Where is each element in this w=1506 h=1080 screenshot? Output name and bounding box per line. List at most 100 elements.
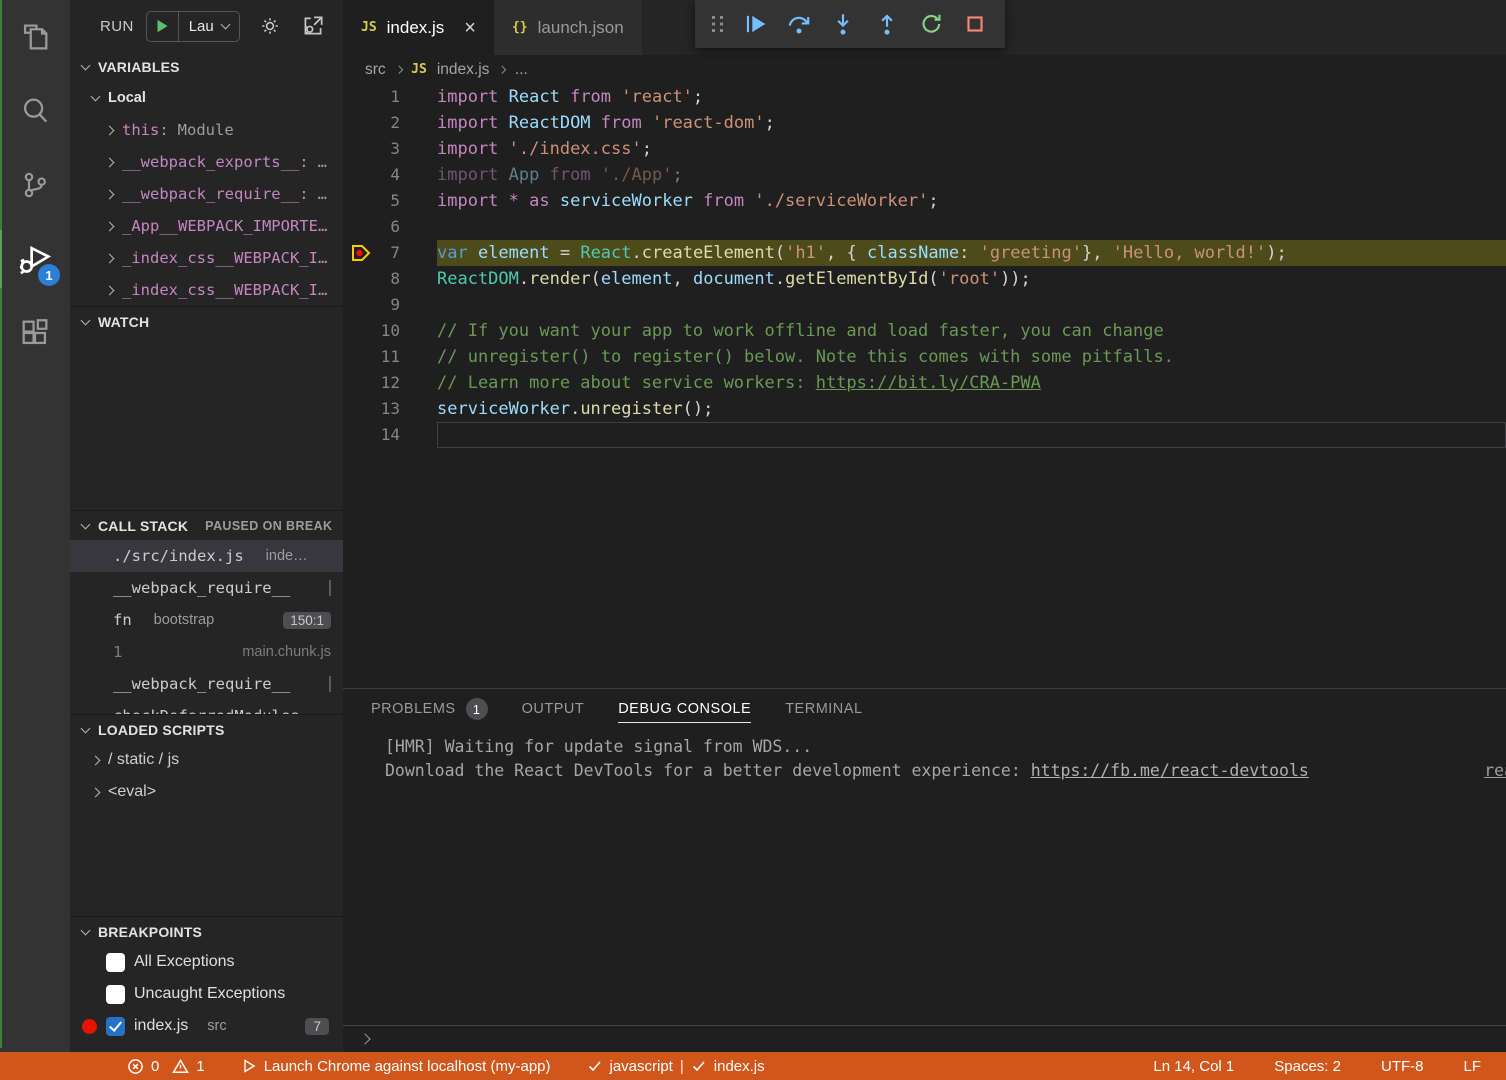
cursor-position-status[interactable]: Ln 14, Col 1 xyxy=(1148,1058,1239,1075)
call-stack-frame[interactable]: 1main.chunk.js xyxy=(70,636,343,668)
step-into-button[interactable] xyxy=(821,4,865,44)
line-gutter[interactable]: 4 xyxy=(343,162,437,188)
variable-item[interactable]: _App__WEBPACK_IMPORTE… xyxy=(70,210,343,242)
console-link[interactable]: https://fb.me/react-devtools xyxy=(1031,761,1309,780)
variable-item[interactable]: __webpack_exports__: … xyxy=(70,146,343,178)
line-text[interactable]: var element = React.createElement('h1', … xyxy=(437,240,1506,266)
code-line[interactable]: 10// If you want your app to work offlin… xyxy=(343,318,1506,344)
open-debug-console-icon[interactable] xyxy=(300,13,326,39)
call-stack-frame[interactable]: __webpack_require__ xyxy=(70,668,343,700)
search-icon[interactable] xyxy=(0,74,70,148)
gear-icon[interactable] xyxy=(258,14,282,38)
start-debugging-button[interactable] xyxy=(147,12,179,41)
indentation-status[interactable]: Spaces: 2 xyxy=(1269,1058,1346,1075)
code-line[interactable]: 12// Learn more about service workers: h… xyxy=(343,370,1506,396)
stop-button[interactable] xyxy=(953,4,997,44)
tab-index-js[interactable]: JS index.js × xyxy=(343,0,494,55)
line-text[interactable] xyxy=(437,214,1506,240)
line-text[interactable]: import * as serviceWorker from './servic… xyxy=(437,188,1506,214)
loaded-scripts-section-header[interactable]: LOADED SCRIPTS xyxy=(70,714,343,744)
breakpoint-checkbox[interactable] xyxy=(106,953,125,972)
step-out-button[interactable] xyxy=(865,4,909,44)
code-line[interactable]: 14 xyxy=(343,422,1506,448)
code-line[interactable]: 6 xyxy=(343,214,1506,240)
breakpoint-item[interactable]: All Exceptions xyxy=(70,946,343,978)
line-gutter[interactable]: 12 xyxy=(343,370,437,396)
line-gutter[interactable]: 14 xyxy=(343,422,437,448)
breadcrumb-file[interactable]: index.js xyxy=(437,61,490,79)
breakpoint-checkbox[interactable] xyxy=(106,1017,125,1036)
breakpoint-item[interactable]: Uncaught Exceptions xyxy=(70,978,343,1010)
breakpoints-section-header[interactable]: BREAKPOINTS xyxy=(70,916,343,946)
line-text[interactable]: // If you want your app to work offline … xyxy=(437,318,1506,344)
line-gutter[interactable]: 9 xyxy=(343,292,437,318)
code-line[interactable]: 9 xyxy=(343,292,1506,318)
encoding-status[interactable]: UTF-8 xyxy=(1376,1058,1429,1075)
panel-tab-problems[interactable]: PROBLEMS 1 xyxy=(371,689,488,729)
debug-console-input[interactable] xyxy=(343,1025,1506,1052)
run-and-debug-icon[interactable]: 1 xyxy=(0,222,70,296)
code-editor[interactable]: 1import React from 'react';2import React… xyxy=(343,84,1506,688)
code-line[interactable]: 5import * as serviceWorker from './servi… xyxy=(343,188,1506,214)
variable-item[interactable]: _index_css__WEBPACK_I… xyxy=(70,274,343,306)
source-control-icon[interactable] xyxy=(0,148,70,222)
call-stack-frame[interactable]: ./src/index.jsinde… xyxy=(70,540,343,572)
code-line[interactable]: 7var element = React.createElement('h1',… xyxy=(343,240,1506,266)
code-line[interactable]: 8ReactDOM.render(element, document.getEl… xyxy=(343,266,1506,292)
line-gutter[interactable]: 7 xyxy=(343,240,437,266)
extensions-icon[interactable] xyxy=(0,296,70,370)
loaded-script-item[interactable]: / static / js xyxy=(70,744,343,776)
breakpoint-checkbox[interactable] xyxy=(106,985,125,1004)
call-stack-frame[interactable]: fnbootstrap150:1 xyxy=(70,604,343,636)
call-stack-section-header[interactable]: CALL STACK PAUSED ON BREAK xyxy=(70,510,343,540)
line-gutter[interactable]: 11 xyxy=(343,344,437,370)
launch-config-dropdown[interactable]: Lau xyxy=(179,18,239,35)
explorer-icon[interactable] xyxy=(0,0,70,74)
step-over-button[interactable] xyxy=(777,4,821,44)
close-icon[interactable]: × xyxy=(464,18,476,38)
call-stack-frame[interactable]: checkDeferredModules xyxy=(70,700,343,714)
code-line[interactable]: 3import './index.css'; xyxy=(343,136,1506,162)
line-gutter[interactable]: 1 xyxy=(343,84,437,110)
code-line[interactable]: 4import App from './App'; xyxy=(343,162,1506,188)
line-text[interactable]: serviceWorker.unregister(); xyxy=(437,396,1506,422)
line-text[interactable]: import React from 'react'; xyxy=(437,84,1506,110)
line-gutter[interactable]: 13 xyxy=(343,396,437,422)
line-gutter[interactable]: 5 xyxy=(343,188,437,214)
loaded-script-item[interactable]: <eval> xyxy=(70,776,343,808)
line-text[interactable] xyxy=(437,292,1506,318)
console-source-link[interactable]: rea xyxy=(1484,759,1506,783)
line-gutter[interactable]: 3 xyxy=(343,136,437,162)
line-gutter[interactable]: 2 xyxy=(343,110,437,136)
line-text[interactable]: import ReactDOM from 'react-dom'; xyxy=(437,110,1506,136)
panel-tab-debug-console[interactable]: DEBUG CONSOLE xyxy=(618,689,751,729)
watch-section-header[interactable]: WATCH xyxy=(70,306,343,336)
line-text[interactable]: // unregister() to register() below. Not… xyxy=(437,344,1506,370)
breadcrumb-folder[interactable]: src xyxy=(365,61,386,79)
variables-scope-local[interactable]: Local xyxy=(70,82,343,114)
tab-launch-json[interactable]: {} launch.json xyxy=(494,0,643,55)
variable-item[interactable]: __webpack_require__: … xyxy=(70,178,343,210)
code-line[interactable]: 1import React from 'react'; xyxy=(343,84,1506,110)
call-stack-frame[interactable]: __webpack_require__ xyxy=(70,572,343,604)
panel-tab-output[interactable]: OUTPUT xyxy=(522,689,585,729)
eol-status[interactable]: LF xyxy=(1458,1058,1486,1075)
line-text[interactable]: ReactDOM.render(element, document.getEle… xyxy=(437,266,1506,292)
line-gutter[interactable]: 6 xyxy=(343,214,437,240)
variable-item[interactable]: this: Module xyxy=(70,114,343,146)
breakpoint-item[interactable]: index.jssrc7 xyxy=(70,1010,343,1042)
comment-link[interactable]: https://bit.ly/CRA-PWA xyxy=(816,373,1041,393)
line-text[interactable]: import App from './App'; xyxy=(437,162,1506,188)
line-gutter[interactable]: 8 xyxy=(343,266,437,292)
breadcrumb-symbol[interactable]: ... xyxy=(515,61,528,79)
toolbar-grip-handle[interactable] xyxy=(703,4,733,44)
restart-button[interactable] xyxy=(909,4,953,44)
line-text[interactable] xyxy=(437,422,1506,448)
problems-status[interactable]: 0 1 xyxy=(122,1058,210,1075)
variable-item[interactable]: _index_css__WEBPACK_I… xyxy=(70,242,343,274)
line-text[interactable]: import './index.css'; xyxy=(437,136,1506,162)
continue-button[interactable] xyxy=(733,4,777,44)
variables-section-header[interactable]: VARIABLES xyxy=(70,52,343,82)
debug-launch-status[interactable]: Launch Chrome against localhost (my-app) xyxy=(236,1058,556,1075)
task-status[interactable]: javascript | index.js xyxy=(582,1058,770,1075)
